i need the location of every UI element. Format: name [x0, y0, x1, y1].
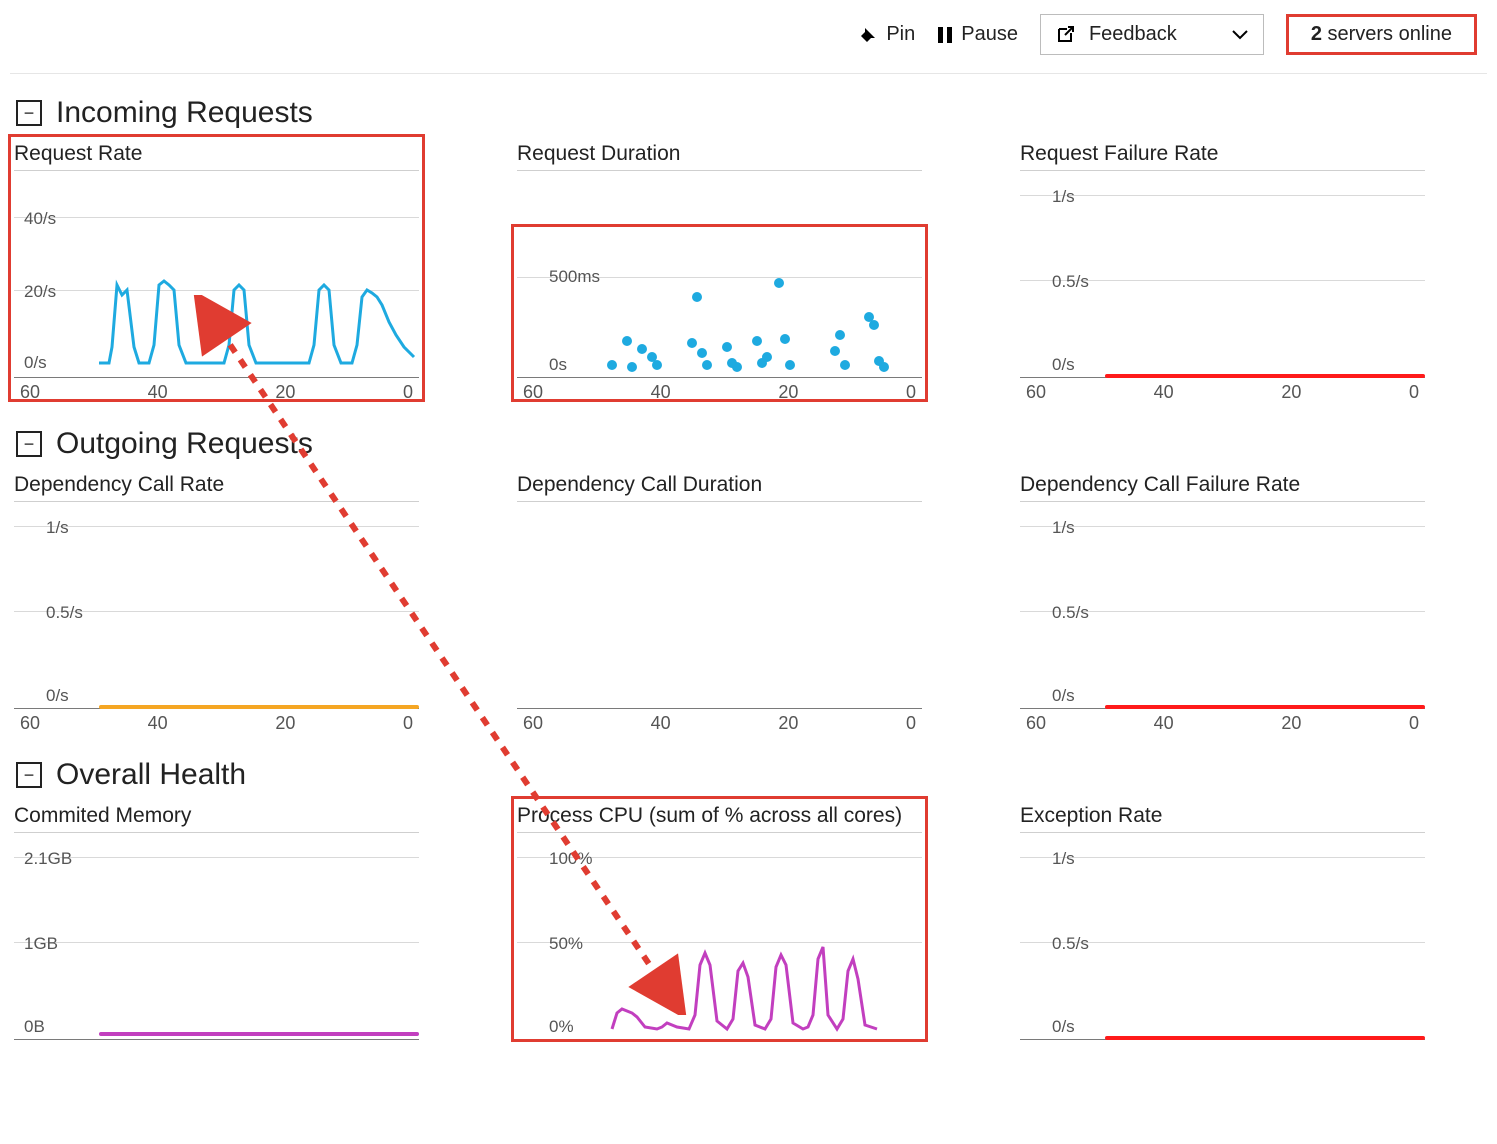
xtick: 20 — [1281, 382, 1301, 403]
chart-title: Process CPU (sum of % across all cores) — [517, 804, 922, 833]
chart-dependency-duration[interactable]: Dependency Call Duration 60 40 20 0 — [517, 469, 922, 734]
xtick: 40 — [148, 713, 168, 734]
line-series — [1105, 705, 1425, 709]
xtick: 40 — [1154, 713, 1174, 734]
chart-request-rate[interactable]: Request Rate 40/s 20/s 0/s 60 40 20 0 — [14, 138, 419, 403]
ytick: 1GB — [24, 934, 58, 954]
servers-online-badge[interactable]: 2 servers online — [1286, 14, 1477, 55]
chart-request-failure[interactable]: Request Failure Rate 1/s 0.5/s 0/s 60 40… — [1020, 138, 1425, 403]
xtick: 0 — [403, 382, 413, 403]
feedback-label: Feedback — [1089, 23, 1177, 46]
section-title: Incoming Requests — [56, 96, 313, 130]
pause-label: Pause — [961, 23, 1018, 46]
chevron-down-icon — [1231, 29, 1249, 41]
servers-label: servers online — [1322, 23, 1452, 45]
pin-label: Pin — [886, 23, 915, 46]
xtick: 60 — [1026, 382, 1046, 403]
section-health: − Overall Health — [16, 758, 1487, 792]
scatter-series — [517, 177, 922, 377]
xtick: 40 — [1154, 382, 1174, 403]
chart-dependency-failure[interactable]: Dependency Call Failure Rate 1/s 0.5/s 0… — [1020, 469, 1425, 734]
chart-title: Dependency Call Duration — [517, 473, 922, 502]
chart-title: Dependency Call Rate — [14, 473, 419, 502]
xtick: 60 — [20, 713, 40, 734]
xtick: 20 — [778, 713, 798, 734]
section-outgoing: − Outgoing Requests — [16, 427, 1487, 461]
ytick: 0.5/s — [1052, 272, 1089, 292]
line-series — [99, 705, 419, 709]
toolbar: Pin Pause Feedback 2 servers online — [10, 0, 1487, 74]
section-incoming: − Incoming Requests — [16, 96, 1487, 130]
collapse-button[interactable]: − — [16, 762, 42, 788]
chart-title: Request Failure Rate — [1020, 142, 1425, 171]
chart-dependency-rate[interactable]: Dependency Call Rate 1/s 0.5/s 0/s 60 40… — [14, 469, 419, 734]
xtick: 0 — [1409, 713, 1419, 734]
feedback-dropdown[interactable]: Feedback — [1040, 14, 1264, 55]
pin-icon — [858, 25, 878, 45]
external-link-icon — [1055, 25, 1075, 45]
xtick: 20 — [778, 382, 798, 403]
ytick: 0/s — [1052, 1017, 1075, 1037]
xtick: 40 — [148, 382, 168, 403]
section-title: Overall Health — [56, 758, 246, 792]
chart-title: Request Duration — [517, 142, 922, 171]
pause-button[interactable]: Pause — [937, 23, 1018, 46]
ytick: 0/s — [1052, 355, 1075, 375]
xtick: 60 — [1026, 713, 1046, 734]
xtick: 20 — [1281, 713, 1301, 734]
chart-title: Commited Memory — [14, 804, 419, 833]
section-title: Outgoing Requests — [56, 427, 313, 461]
ytick: 0/s — [46, 686, 69, 706]
pin-button[interactable]: Pin — [858, 23, 915, 46]
chart-committed-memory[interactable]: Commited Memory 2.1GB 1GB 0B — [14, 800, 419, 1040]
chart-exception-rate[interactable]: Exception Rate 1/s 0.5/s 0/s — [1020, 800, 1425, 1040]
xtick: 60 — [523, 713, 543, 734]
xtick: 0 — [906, 382, 916, 403]
chart-title: Dependency Call Failure Rate — [1020, 473, 1425, 502]
collapse-button[interactable]: − — [16, 100, 42, 126]
chart-title: Request Rate — [14, 142, 419, 171]
ytick: 0.5/s — [1052, 603, 1089, 623]
ytick: 0.5/s — [46, 603, 83, 623]
chart-title: Exception Rate — [1020, 804, 1425, 833]
ytick: 0.5/s — [1052, 934, 1089, 954]
line-series — [1105, 1036, 1425, 1040]
chart-process-cpu[interactable]: Process CPU (sum of % across all cores) … — [517, 800, 922, 1040]
line-series — [517, 839, 922, 1039]
ytick: 1/s — [46, 518, 69, 538]
ytick: 0B — [24, 1017, 45, 1037]
ytick: 2.1GB — [24, 849, 72, 869]
collapse-button[interactable]: − — [16, 431, 42, 457]
xtick: 60 — [20, 382, 40, 403]
xtick: 20 — [275, 382, 295, 403]
pause-icon — [937, 25, 953, 45]
xtick: 0 — [1409, 382, 1419, 403]
xtick: 0 — [906, 713, 916, 734]
ytick: 0/s — [1052, 686, 1075, 706]
xtick: 40 — [651, 713, 671, 734]
xtick: 20 — [275, 713, 295, 734]
line-series — [99, 1032, 419, 1036]
xtick: 60 — [523, 382, 543, 403]
ytick: 1/s — [1052, 849, 1075, 869]
xtick: 40 — [651, 382, 671, 403]
xtick: 0 — [403, 713, 413, 734]
line-series — [14, 177, 419, 377]
ytick: 1/s — [1052, 518, 1075, 538]
chart-request-duration[interactable]: Request Duration 500ms 0s — [517, 138, 922, 403]
ytick: 1/s — [1052, 187, 1075, 207]
line-series — [1105, 374, 1425, 378]
servers-count: 2 — [1311, 23, 1322, 45]
